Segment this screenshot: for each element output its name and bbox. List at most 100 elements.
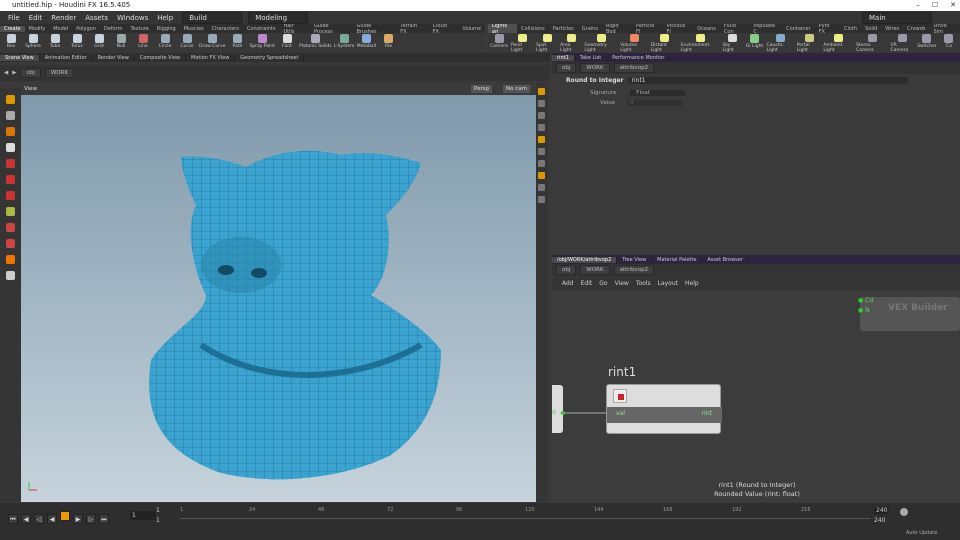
shelf-tool-torus[interactable]: Torus xyxy=(67,33,87,53)
shelf-tab[interactable]: Texture xyxy=(126,26,152,32)
pane-tab[interactable]: Geometry Spreadsheet xyxy=(235,54,305,61)
value-field[interactable]: 0 xyxy=(626,100,682,106)
persp-menu[interactable]: Persp xyxy=(471,85,493,93)
shelf-tool-box[interactable]: Box xyxy=(1,33,21,53)
grid-icon[interactable] xyxy=(538,172,545,179)
step-back-icon[interactable]: ◁ xyxy=(34,514,44,524)
menu-render[interactable]: Render xyxy=(51,14,76,22)
magnet-icon[interactable] xyxy=(6,223,15,232)
end-icon[interactable]: ⏭ xyxy=(99,514,109,524)
end-frame-2[interactable]: 240 xyxy=(874,517,885,524)
node-name-field[interactable]: rint1 xyxy=(627,76,908,84)
minimize-icon[interactable]: – xyxy=(916,0,920,11)
path-obj[interactable]: obj xyxy=(20,68,41,78)
menu-file[interactable]: File xyxy=(8,14,20,22)
maximize-icon[interactable]: ☐ xyxy=(932,0,938,11)
shelf-tool-point-light[interactable]: Point Light xyxy=(511,33,534,53)
forward-icon[interactable]: ▶ xyxy=(12,70,16,76)
magnet-icon[interactable] xyxy=(6,239,15,248)
shelf-tool-spot-light[interactable]: Spot Light xyxy=(536,33,558,53)
camera-menu[interactable]: No cam xyxy=(503,85,530,93)
reverse-play-icon[interactable]: ◀ xyxy=(47,514,57,524)
play-icon[interactable]: ▶ xyxy=(73,514,83,524)
shelf-tool-metaball[interactable]: Metaball xyxy=(356,33,376,53)
shelf-tool-spray-paint[interactable]: Spray Paint xyxy=(249,33,275,53)
pane-tab[interactable]: Tree View xyxy=(617,256,653,263)
back-icon[interactable]: ◀ xyxy=(4,70,8,76)
camera-icon[interactable] xyxy=(538,184,545,191)
pane-tab[interactable]: Scene View xyxy=(0,54,40,61)
display-tool-icon[interactable] xyxy=(6,255,15,264)
menu-edit[interactable]: Edit xyxy=(29,14,43,22)
net-path-work[interactable]: WORK xyxy=(580,265,610,275)
shelf-tool-caustic-light[interactable]: Caustic Light xyxy=(766,33,794,53)
shelf-tab[interactable]: Constraints xyxy=(243,26,280,32)
shelf-tool-distant-light[interactable]: Distant Light xyxy=(651,33,679,53)
shelf-tab[interactable]: Cloud FX xyxy=(429,24,459,33)
dot-icon[interactable] xyxy=(538,196,545,203)
auto-update[interactable]: Auto Update xyxy=(906,530,937,536)
shelf-tab[interactable]: Modify xyxy=(25,26,50,32)
menu-windows[interactable]: Windows xyxy=(117,14,148,22)
select-tool-icon[interactable] xyxy=(6,95,15,104)
net-menu-item[interactable]: Help xyxy=(685,280,699,287)
shelf-tab[interactable]: Rigging xyxy=(153,26,180,32)
shading-icon[interactable] xyxy=(538,100,545,107)
shelf-tool-l-system[interactable]: L-System xyxy=(334,33,354,53)
shelf-tab[interactable]: Lights an xyxy=(488,24,518,33)
shelf-tab[interactable]: Particles xyxy=(549,26,578,32)
shelf-tab[interactable]: Viscous Fl xyxy=(662,24,693,33)
sphere-icon[interactable] xyxy=(538,124,545,131)
pane-tab[interactable]: Render View xyxy=(93,54,135,61)
shelf-tab[interactable]: Collisions xyxy=(517,26,549,32)
shelf-tool-gi-light[interactable]: GI Light xyxy=(744,33,764,53)
pin-icon[interactable] xyxy=(538,160,545,167)
display-options-icon[interactable] xyxy=(538,88,545,95)
shelf-tab[interactable]: Grains xyxy=(578,26,602,32)
rint-node[interactable]: val rint xyxy=(606,384,722,434)
shelf-tool-switcher[interactable]: Switcher xyxy=(917,33,937,53)
red-dot-icon[interactable] xyxy=(6,175,15,184)
shelf-tab[interactable]: Drive Sim xyxy=(930,24,960,33)
stop-icon[interactable] xyxy=(60,511,70,521)
pane-tab[interactable]: rint1 xyxy=(552,54,575,61)
shelf-tool-path[interactable]: Path xyxy=(227,33,247,53)
shelf-tool-geometry-light[interactable]: Geometry Light xyxy=(584,33,618,53)
shelf-tool-line[interactable]: Line xyxy=(133,33,153,53)
key-icon[interactable] xyxy=(900,508,908,516)
path-work[interactable]: WORK xyxy=(44,68,75,78)
start-frame[interactable]: 1 xyxy=(156,507,160,514)
mode-select[interactable]: Modeling xyxy=(248,11,309,24)
viewport[interactable] xyxy=(21,95,536,502)
timeline-ruler[interactable]: 1 24 48 72 96 120 144 168 192 216 xyxy=(180,507,870,519)
n-port[interactable]: ● N xyxy=(858,307,870,314)
frame-field[interactable]: 1 xyxy=(130,511,156,520)
shelf-tab[interactable]: Fluid Con xyxy=(720,24,750,33)
shelf-tool-null[interactable]: Null xyxy=(111,33,131,53)
pane-tab[interactable]: Animation Editor xyxy=(40,54,93,61)
net-path-obj[interactable]: obj xyxy=(556,265,577,275)
shelf-tab[interactable]: Create xyxy=(0,25,25,32)
light-icon[interactable] xyxy=(538,136,545,143)
shelf-tab[interactable]: Pyro FX xyxy=(815,24,840,33)
pane-tab[interactable]: Take List xyxy=(575,54,608,61)
shelf-tab[interactable]: Cloth xyxy=(840,26,861,32)
shelf-tab[interactable]: Rigid Bod xyxy=(602,24,632,33)
shelf-tool-platonic-solids[interactable]: Platonic Solids xyxy=(299,33,332,53)
shelf-tab[interactable]: Characters xyxy=(208,26,243,32)
shelf-tab[interactable]: Solid xyxy=(861,26,881,32)
net-menu-item[interactable]: View xyxy=(615,280,629,287)
step-fwd-icon[interactable]: ▷ xyxy=(86,514,96,524)
handle-tool-icon[interactable] xyxy=(6,127,15,136)
pane-tab[interactable]: /obj/WORK/attribvop2 xyxy=(552,256,618,263)
start-icon[interactable]: ⏮ xyxy=(8,514,18,524)
shelf-tab[interactable]: Container xyxy=(782,26,814,32)
shelf-tab[interactable]: Guide Brushes xyxy=(353,24,397,33)
shelf-tab[interactable]: Wires xyxy=(881,26,903,32)
shelf-tool-font[interactable]: Font xyxy=(277,33,297,53)
shelf-tool-grid[interactable]: Grid xyxy=(89,33,109,53)
desktop-select[interactable]: Build xyxy=(182,11,243,24)
network-pane[interactable]: /obj/WORK/attribvop2 Tree View Material Pa… xyxy=(552,255,960,502)
net-menu-item[interactable]: Tools xyxy=(636,280,651,287)
shelf-tab[interactable]: Particle Fl xyxy=(632,24,662,33)
